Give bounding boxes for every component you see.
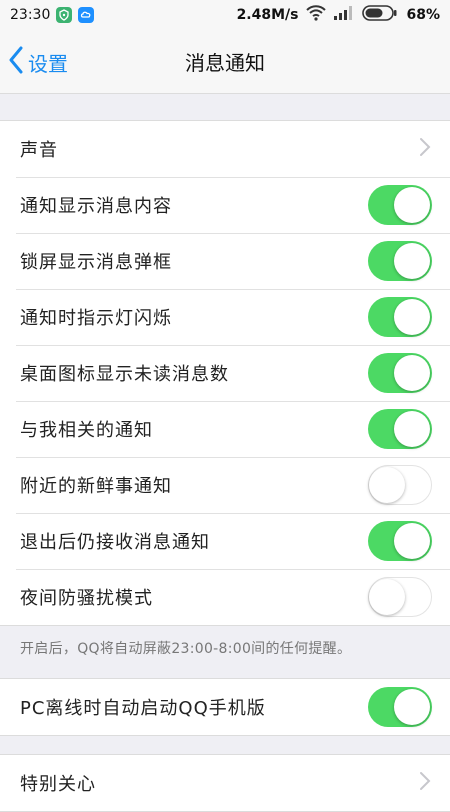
- setting-row: 通知显示消息内容: [0, 177, 450, 233]
- chevron-right-icon: [418, 771, 432, 795]
- toggle-knob: [394, 523, 430, 559]
- chevron-right-icon: [418, 137, 432, 161]
- toggle-knob: [394, 299, 430, 335]
- chevron-left-icon: [8, 46, 24, 79]
- toggle-knob: [394, 187, 430, 223]
- toggle-knob: [394, 411, 430, 447]
- toggle-knob: [394, 243, 430, 279]
- status-left: 23:30: [10, 7, 95, 23]
- network-speed: 2.48M/s: [236, 7, 299, 23]
- settings-group-pc: PC离线时自动启动QQ手机版: [0, 678, 450, 736]
- back-button[interactable]: 设置: [8, 30, 68, 94]
- setting-label: 夜间防骚扰模式: [20, 588, 153, 609]
- toggle-knob: [369, 467, 405, 503]
- setting-label: 退出后仍接收消息通知: [20, 532, 210, 553]
- settings-group-special: 特别关心: [0, 754, 450, 812]
- settings-group-main: 声音 通知显示消息内容 锁屏显示消息弹框 通知时指示灯闪烁 桌面图标显示未读消息…: [0, 120, 450, 626]
- toggle-switch[interactable]: [368, 297, 432, 337]
- setting-row: PC离线时自动启动QQ手机版: [0, 679, 450, 735]
- content: 声音 通知显示消息内容 锁屏显示消息弹框 通知时指示灯闪烁 桌面图标显示未读消息…: [0, 94, 450, 812]
- toggle-switch[interactable]: [368, 521, 432, 561]
- toggle-knob: [394, 689, 430, 725]
- back-label: 设置: [28, 51, 68, 76]
- toggle-switch[interactable]: [368, 577, 432, 617]
- signal-icon: [334, 6, 354, 24]
- setting-label: 附近的新鲜事通知: [20, 476, 172, 497]
- battery-icon: [362, 5, 398, 25]
- setting-row: 退出后仍接收消息通知: [0, 513, 450, 569]
- setting-row: 通知时指示灯闪烁: [0, 289, 450, 345]
- setting-label: 锁屏显示消息弹框: [20, 252, 172, 273]
- setting-label: 声音: [20, 140, 58, 161]
- setting-label: 与我相关的通知: [20, 420, 153, 441]
- status-bar: 23:30 2.48M/s 68%: [0, 0, 450, 30]
- setting-label: 桌面图标显示未读消息数: [20, 364, 229, 385]
- setting-row: 附近的新鲜事通知: [0, 457, 450, 513]
- setting-row: 夜间防骚扰模式: [0, 569, 450, 625]
- nav-bar: 设置 消息通知: [0, 30, 450, 94]
- setting-label: 通知显示消息内容: [20, 196, 172, 217]
- toggle-switch[interactable]: [368, 185, 432, 225]
- toggle-switch[interactable]: [368, 465, 432, 505]
- toggle-knob: [394, 355, 430, 391]
- setting-row: 与我相关的通知: [0, 401, 450, 457]
- wifi-icon: [306, 5, 327, 25]
- toggle-switch[interactable]: [368, 353, 432, 393]
- toggle-switch[interactable]: [368, 687, 432, 727]
- status-time: 23:30: [10, 7, 51, 23]
- setting-row-special-care[interactable]: 特别关心: [0, 755, 450, 811]
- toggle-knob: [369, 579, 405, 615]
- status-right: 2.48M/s 68%: [237, 5, 440, 25]
- setting-row: 桌面图标显示未读消息数: [0, 345, 450, 401]
- toggle-switch[interactable]: [368, 241, 432, 281]
- setting-label: 通知时指示灯闪烁: [20, 308, 172, 329]
- setting-label: 特别关心: [20, 774, 96, 795]
- toggle-switch[interactable]: [368, 409, 432, 449]
- night-mode-note: 开启后，QQ将自动屏蔽23:00-8:00间的任何提醒。: [20, 641, 352, 657]
- setting-label: PC离线时自动启动QQ手机版: [20, 698, 266, 719]
- setting-row-sound[interactable]: 声音: [0, 121, 450, 177]
- battery-percent: 68%: [406, 7, 440, 23]
- app-cloud-icon: [78, 7, 95, 23]
- app-shield-icon: [56, 7, 73, 23]
- setting-row: 锁屏显示消息弹框: [0, 233, 450, 289]
